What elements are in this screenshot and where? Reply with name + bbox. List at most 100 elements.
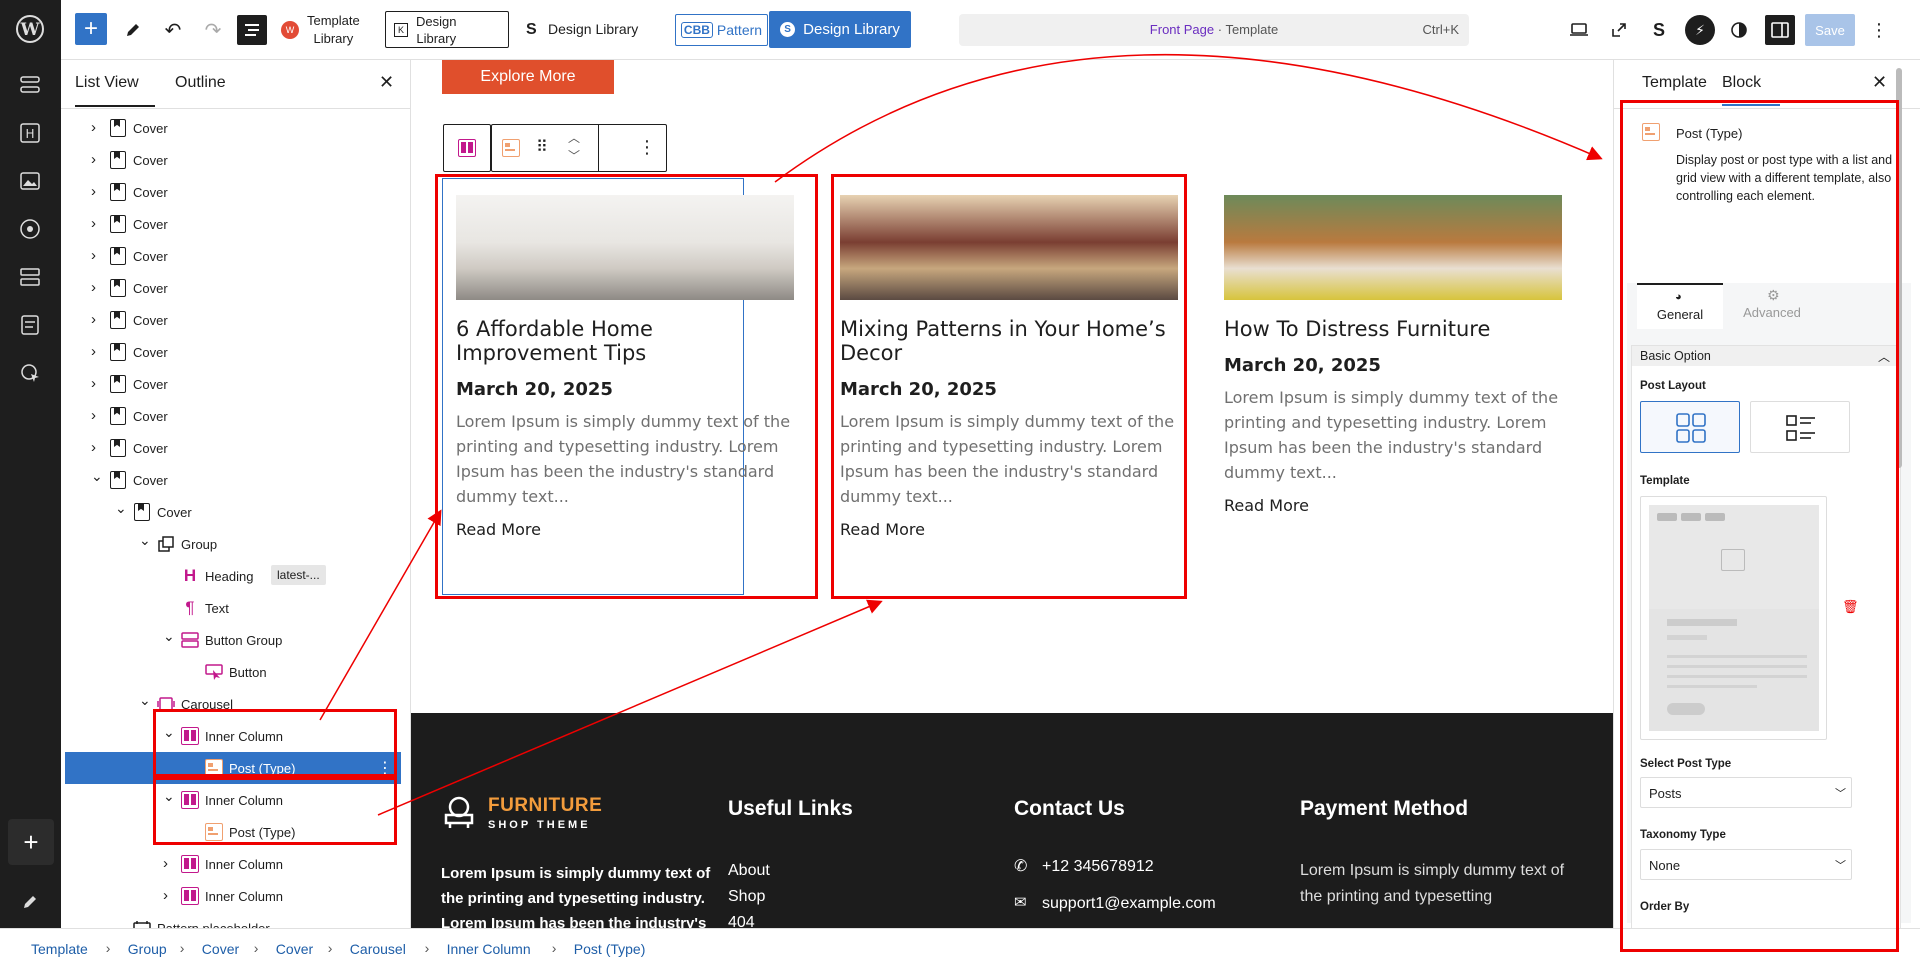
heading-block-icon[interactable]: H (15, 118, 45, 148)
tree-item[interactable]: Post (Type) (61, 816, 401, 848)
tree-item[interactable]: ⌄ Carousel (61, 688, 401, 720)
breadcrumb-item[interactable]: Cover (202, 941, 239, 957)
tree-item[interactable]: › Cover (61, 144, 401, 176)
pattern-button[interactable]: CBB Pattern (675, 14, 768, 46)
tree-item[interactable]: › Cover (61, 208, 401, 240)
footer-link-shop[interactable]: Shop (728, 884, 770, 910)
undo-icon[interactable]: ↶ (159, 16, 187, 44)
breadcrumb-item[interactable]: Cover (276, 941, 313, 957)
chevron-down-icon[interactable]: ⌄ (163, 628, 175, 645)
chevron-right-icon[interactable]: › (91, 247, 96, 264)
tree-item[interactable]: › Cover (61, 400, 401, 432)
design-library-primary-button[interactable]: S Design Library (769, 11, 911, 48)
tree-item[interactable]: ⌄ Cover (61, 464, 401, 496)
document-overview-button[interactable] (237, 15, 267, 45)
block-options-icon[interactable]: ⋮ (638, 137, 656, 158)
chevron-down-icon[interactable]: ⌄ (115, 500, 127, 517)
template-parts-icon[interactable] (15, 262, 45, 292)
collapse-chevron-icon[interactable]: ︿ (1878, 348, 1890, 365)
chevron-right-icon[interactable]: › (91, 279, 96, 296)
contrast-icon[interactable] (1725, 16, 1753, 44)
post-title[interactable]: Mixing Patterns in Your Home’s Decor (840, 317, 1178, 365)
chevron-right-icon[interactable]: › (91, 119, 96, 136)
parent-block-selector[interactable] (443, 124, 491, 172)
delete-template-icon[interactable]: 🗑 (1842, 599, 1859, 615)
contact-phone[interactable]: +12 345678912 (1042, 858, 1154, 876)
read-more-link[interactable]: Read More (1224, 496, 1562, 515)
tree-item[interactable]: ⌄ Inner Column (61, 784, 401, 816)
block-inserter-button[interactable]: + (75, 13, 107, 45)
tree-item[interactable]: ⌄ Button Group (61, 624, 401, 656)
add-site-icon[interactable]: + (8, 819, 54, 865)
media-icon[interactable] (15, 166, 45, 196)
read-more-link[interactable]: Read More (840, 520, 1178, 539)
tab-list-view[interactable]: List View (75, 74, 155, 107)
breadcrumb-item[interactable]: Group (128, 941, 167, 957)
chevron-down-icon[interactable]: ⌄ (91, 468, 103, 485)
tree-item[interactable]: › Inner Column (61, 848, 401, 880)
sidebar-scrollbar-thumb[interactable] (1896, 68, 1902, 468)
options-menu-icon[interactable]: ⋮ (1869, 16, 1889, 44)
redo-icon[interactable]: ↷ (199, 16, 227, 44)
tree-item[interactable]: Post (Type) ⋮ (65, 752, 401, 784)
contact-email[interactable]: support1@example.com (1042, 895, 1216, 913)
chevron-down-icon[interactable]: ⌄ (163, 788, 175, 805)
design-library-link-button[interactable]: S Design Library (526, 16, 674, 44)
read-more-link[interactable]: Read More (456, 520, 794, 539)
tools-pencil-icon[interactable] (119, 16, 147, 44)
stackable-icon[interactable]: S (1645, 16, 1673, 44)
command-palette-bar[interactable]: Front Page · Template Ctrl+K (959, 14, 1469, 46)
tab-advanced[interactable]: ⚙ Advanced (1729, 283, 1815, 329)
chevron-right-icon[interactable]: › (163, 855, 168, 872)
basic-option-header[interactable]: Basic Option ︿ (1632, 346, 1900, 366)
explore-more-button[interactable]: Explore More (442, 60, 614, 94)
breadcrumb-item[interactable]: Carousel (350, 941, 406, 957)
template-preview[interactable] (1640, 496, 1827, 740)
tree-item[interactable]: Button (61, 656, 401, 688)
post-title[interactable]: 6 Affordable Home Improvement Tips (456, 317, 794, 365)
pages-icon[interactable] (15, 310, 45, 340)
chevron-right-icon[interactable]: › (91, 311, 96, 328)
footer-link-about[interactable]: About (728, 858, 770, 884)
tree-item-options-icon[interactable]: ⋮ (377, 758, 393, 778)
chevron-right-icon[interactable]: › (91, 375, 96, 392)
tree-item[interactable]: › Cover (61, 112, 401, 144)
tree-item[interactable]: › Inner Column (61, 880, 401, 912)
breadcrumb-item[interactable]: Inner Column (447, 941, 531, 957)
tree-item[interactable]: › Cover (61, 368, 401, 400)
tree-item[interactable]: ⌄ Inner Column (61, 720, 401, 752)
chevron-down-icon[interactable]: ⌄ (139, 532, 151, 549)
styles-icon[interactable] (15, 214, 45, 244)
tab-general[interactable]: ◕ General (1637, 283, 1723, 329)
cursor-settings-icon[interactable] (15, 358, 45, 388)
post-featured-image[interactable] (456, 195, 794, 300)
device-preview-icon[interactable] (1565, 16, 1593, 44)
tree-item[interactable]: › Cover (61, 176, 401, 208)
breadcrumb-item[interactable]: Post (Type) (574, 941, 646, 957)
tree-item[interactable]: ⌄ Group (61, 528, 401, 560)
taxonomy-type-select[interactable]: None ﹀ (1640, 849, 1852, 880)
tree-item[interactable]: › Cover (61, 240, 401, 272)
breadcrumb-item[interactable]: Template (31, 941, 88, 957)
external-view-icon[interactable] (1605, 16, 1633, 44)
tree-item[interactable]: › Cover (61, 272, 401, 304)
chevron-down-icon[interactable]: ⌄ (163, 724, 175, 741)
tree-item[interactable]: H Heading latest-... (61, 560, 401, 592)
tree-item[interactable]: ¶ Text (61, 592, 401, 624)
save-button[interactable]: Save (1805, 14, 1855, 46)
tree-item[interactable]: ⌄ Cover (61, 496, 401, 528)
post-type-block-icon[interactable] (502, 139, 520, 157)
edit-pencil-icon[interactable] (15, 887, 45, 917)
chevron-right-icon[interactable]: › (91, 407, 96, 424)
chevron-right-icon[interactable]: › (163, 887, 168, 904)
settings-sidebar-toggle-icon[interactable] (1765, 15, 1795, 45)
tab-block[interactable]: Block (1722, 74, 1780, 106)
post-type-select[interactable]: Posts ﹀ (1640, 777, 1852, 808)
wordpress-logo-icon[interactable]: W (15, 14, 45, 44)
tree-item[interactable]: › Cover (61, 336, 401, 368)
close-icon[interactable]: ✕ (379, 72, 394, 93)
grid-layout-option[interactable] (1640, 401, 1740, 453)
post-featured-image[interactable] (840, 195, 1178, 300)
close-sidebar-icon[interactable]: ✕ (1872, 72, 1887, 93)
move-up-down-icon[interactable]: ︿ ﹀ (568, 129, 580, 165)
